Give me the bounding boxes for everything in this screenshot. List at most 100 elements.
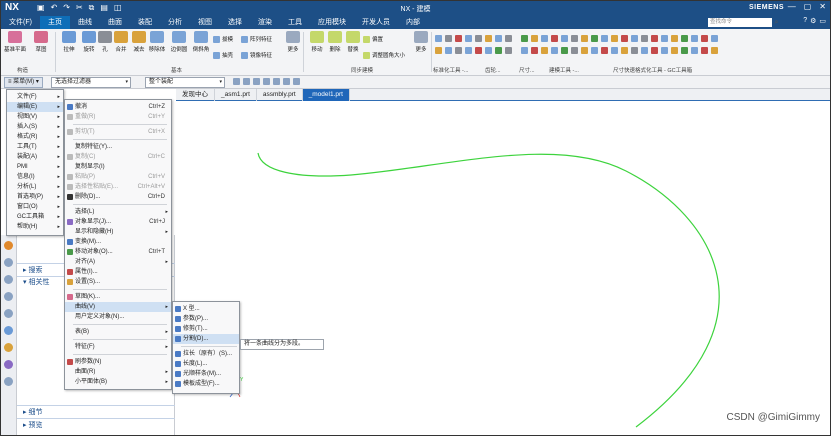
menu-help[interactable]: 帮助(H) ▸ xyxy=(7,222,63,232)
edit-object-display[interactable]: 对象显示(J)... Ctrl+J xyxy=(65,217,171,227)
offset-region-button[interactable]: 偏置 xyxy=(363,35,383,43)
edit-curve[interactable]: 曲线(V) ▸ xyxy=(65,302,171,312)
edit-move-object[interactable]: 移动对象(O)... Ctrl+T xyxy=(65,247,171,257)
restore-button[interactable]: ▢ xyxy=(804,2,812,11)
edit-properties[interactable]: 属性(I)... xyxy=(65,267,171,277)
search-section[interactable]: ▸ 搜索 xyxy=(23,265,42,275)
tab-select[interactable]: 选择 xyxy=(220,16,250,29)
tool-icon[interactable] xyxy=(581,47,588,54)
command-search-input[interactable]: 查找命令 xyxy=(708,18,772,27)
edit-copy-display[interactable]: 复制显示(I) xyxy=(65,162,171,172)
tool-icon[interactable] xyxy=(531,35,538,42)
tool-icon[interactable] xyxy=(711,47,718,54)
tab-internal[interactable]: 内部 xyxy=(398,16,428,29)
tool-icon[interactable] xyxy=(495,47,502,54)
tool-icon[interactable] xyxy=(591,35,598,42)
tool-icon[interactable] xyxy=(701,47,708,54)
tool-icon[interactable] xyxy=(651,35,658,42)
menu-analysis[interactable]: 分析(L) ▸ xyxy=(7,182,63,192)
tool-icon[interactable] xyxy=(601,35,608,42)
scope-select[interactable]: 整个装配 ▾ xyxy=(145,77,225,88)
tool-icon[interactable] xyxy=(711,35,718,42)
tool-icon[interactable] xyxy=(681,35,688,42)
tool-icon[interactable] xyxy=(591,47,598,54)
curve-stretch[interactable]: 拉长（原有）(S)... xyxy=(173,349,239,359)
edit-facet-body[interactable]: 小平面体(B) ▸ xyxy=(65,377,171,387)
tool-icon[interactable] xyxy=(541,35,548,42)
edit-table[interactable]: 表(B) ▸ xyxy=(65,327,171,337)
tab-render[interactable]: 渲染 xyxy=(250,16,280,29)
tab-asm1[interactable]: _asm1.prt xyxy=(215,89,257,101)
tool-icon[interactable] xyxy=(701,35,708,42)
tool-icon[interactable] xyxy=(641,35,648,42)
tool-icon[interactable] xyxy=(495,35,502,42)
tab-curve[interactable]: 曲线 xyxy=(70,16,100,29)
search-icon[interactable]: ⌕ xyxy=(772,18,781,27)
menu-information[interactable]: 信息(I) ▸ xyxy=(7,172,63,182)
constraint-navigator-icon[interactable] xyxy=(4,275,13,284)
mirror-feature-button[interactable]: 镜像特征 xyxy=(241,51,272,59)
edit-copy-feature[interactable]: 复制特征(Y)... xyxy=(65,142,171,152)
tool-icon[interactable] xyxy=(505,35,512,42)
edit-selection[interactable]: 选择(L) ▸ xyxy=(65,207,171,217)
curve-length[interactable]: 长度(L)... xyxy=(173,359,239,369)
edit-align[interactable]: 对齐(A) ▸ xyxy=(65,257,171,267)
tool-icon[interactable] xyxy=(551,35,558,42)
tool-icon[interactable] xyxy=(521,35,528,42)
assembly-navigator-icon[interactable] xyxy=(4,258,13,267)
tool-icon[interactable] xyxy=(661,35,668,42)
menu-button[interactable]: ≡ 菜单(M) ▾ xyxy=(4,77,43,88)
tool-icon[interactable] xyxy=(485,47,492,54)
menu-preferences[interactable]: 首选项(P) ▸ xyxy=(7,192,63,202)
minimize-button[interactable]: — xyxy=(788,2,796,11)
tool-icon[interactable] xyxy=(435,47,442,54)
tool-icon[interactable] xyxy=(621,47,628,54)
edit-cut[interactable]: 剪切(T) Ctrl+X xyxy=(65,127,171,137)
curve-smooth-spline[interactable]: 光顺样条(M)... xyxy=(173,369,239,379)
tab-model1[interactable]: _model1.prt xyxy=(302,89,350,101)
window-icon[interactable]: ▭ xyxy=(819,17,826,25)
datum-plane-button[interactable]: 基准平面 xyxy=(3,31,27,53)
shell-button[interactable]: 抽壳 xyxy=(213,51,233,59)
spline-curve[interactable] xyxy=(257,152,720,428)
curve-trim[interactable]: 修剪(T)... xyxy=(173,324,239,334)
tab-home[interactable]: 主页 xyxy=(39,16,70,29)
tool-icon[interactable] xyxy=(691,35,698,42)
menu-edit[interactable]: 编辑(E) ▸ xyxy=(7,102,63,112)
edit-brush-params[interactable]: 刷参数(N) xyxy=(65,357,171,367)
tool-icon[interactable] xyxy=(455,35,462,42)
edit-copy[interactable]: 复制(C) Ctrl+C xyxy=(65,152,171,162)
draft-button[interactable]: 拔模 xyxy=(213,35,233,43)
tab-assembly[interactable]: 装配 xyxy=(130,16,160,29)
curve-parameters[interactable]: 参数(P)... xyxy=(173,314,239,324)
remove-body-button[interactable]: 移除体 xyxy=(145,31,169,53)
edit-paste-special[interactable]: 选择性粘贴(E)... Ctrl+Alt+V xyxy=(65,182,171,192)
tool-icon[interactable] xyxy=(571,47,578,54)
edge-blend-button[interactable]: 边倒圆 xyxy=(167,31,191,53)
tool-icon[interactable] xyxy=(475,35,482,42)
tool-icon[interactable] xyxy=(681,47,688,54)
reuse-library-icon[interactable] xyxy=(4,292,13,301)
pattern-feature-button[interactable]: 阵列特征 xyxy=(241,35,272,43)
sketch-button[interactable]: 草图 xyxy=(29,31,53,53)
menu-format[interactable]: 格式(R) ▸ xyxy=(7,132,63,142)
type-filter-select[interactable]: 无选择过滤器 ▾ xyxy=(51,77,131,88)
tool-icon[interactable] xyxy=(531,47,538,54)
part-navigator-icon[interactable] xyxy=(4,241,13,250)
edit-redo[interactable]: 重做(R) Ctrl+Y xyxy=(65,112,171,122)
more-button[interactable]: 更多 xyxy=(281,31,305,53)
process-studio-icon[interactable] xyxy=(4,377,13,386)
web-browser-icon[interactable] xyxy=(4,343,13,352)
details-section[interactable]: ▸ 细节 xyxy=(23,407,42,417)
edit-delete[interactable]: 删除(D)... Ctrl+D xyxy=(65,192,171,202)
snap-icon[interactable] xyxy=(273,78,280,85)
tool-icon[interactable] xyxy=(631,35,638,42)
tool-icon[interactable] xyxy=(581,35,588,42)
snap-icon[interactable] xyxy=(233,78,240,85)
resize-blend-button[interactable]: 调整圆角大小 xyxy=(363,51,405,59)
tab-analysis[interactable]: 分析 xyxy=(160,16,190,29)
roles-icon[interactable] xyxy=(4,326,13,335)
tool-icon[interactable] xyxy=(571,35,578,42)
edit-settings[interactable]: 设置(S)... xyxy=(65,277,171,287)
tool-icon[interactable] xyxy=(465,35,472,42)
